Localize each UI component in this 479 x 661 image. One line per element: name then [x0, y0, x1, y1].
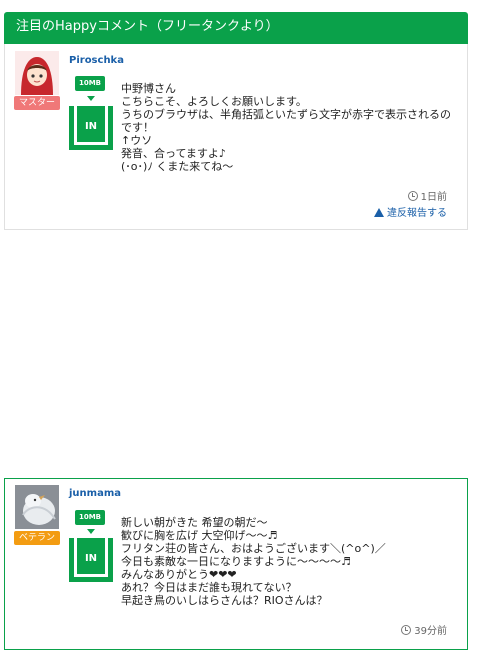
comment-line: あれ？今日はまだ誰も現れてない？	[121, 581, 297, 594]
clock-icon	[401, 625, 412, 635]
timestamp-text: 1日前	[420, 192, 447, 203]
comment-text: 中野博さん こちらこそ、よろしくお願いします。 うちのブラウザは、半角括弧といた…	[121, 82, 451, 173]
size-tag: 10MB	[75, 510, 105, 525]
report-link[interactable]: 違反報告する	[374, 204, 447, 219]
tag-arrow-icon	[87, 96, 95, 101]
comment-line: ↑ウソ	[121, 134, 153, 147]
clock-icon	[407, 191, 418, 201]
timestamp: 39分前	[401, 622, 447, 637]
comment-line: こちらこそ、よろしくお願いします。	[121, 95, 307, 108]
empty-space	[4, 231, 468, 477]
girl-red-hood-icon[interactable]	[15, 51, 59, 95]
in-label: IN	[77, 106, 105, 142]
comment-text: 新しい朝がきた 希望の朝だ〜 歓びに胸を広げ 大空仰げ〜〜♬ フリタン荘の皆さん…	[121, 516, 451, 607]
warning-icon	[374, 208, 384, 217]
comment-line: です！	[121, 121, 154, 134]
comment-line: みんなありがとう❤❤❤	[121, 568, 237, 581]
role-badge-master: マスター	[14, 96, 60, 110]
comment-card: マスター Piroschka 10MB IN 中野博さん こちらこそ、よろしくお…	[4, 44, 468, 230]
comment-line: (･o･)ﾉ くまた来てね〜	[121, 160, 234, 173]
role-badge-veteran: ベテラン	[14, 531, 60, 545]
white-bird-icon[interactable]	[15, 485, 59, 529]
comment-line: 歓びに胸を広げ 大空仰げ〜〜♬	[121, 529, 278, 542]
tag-arrow-icon	[87, 529, 95, 534]
comment-line: 中野博さん	[121, 82, 176, 95]
in-tank-icon: IN	[69, 538, 113, 582]
panel-title: 注目のHappyコメント（フリータンクより）	[4, 12, 468, 44]
comment-line: 早起き鳥のいしはらさんは？RIOさんは？	[121, 594, 328, 607]
comment-line: フリタン荘の皆さん、おはようございます＼(^o^)／	[121, 542, 386, 555]
timestamp-text: 39分前	[414, 626, 447, 637]
report-label: 違反報告する	[387, 208, 447, 219]
comment-line: 新しい朝がきた 希望の朝だ〜	[121, 516, 268, 529]
in-label: IN	[77, 538, 105, 574]
in-tank-icon: IN	[69, 106, 113, 150]
comment-card: ベテラン junmama 10MB IN 新しい朝がきた 希望の朝だ〜 歓びに胸…	[4, 478, 468, 650]
username-link[interactable]: Piroschka	[69, 55, 124, 66]
comment-line: うちのブラウザは、半角括弧といたずら文字が赤字で表示されるの	[121, 108, 451, 121]
comment-line: 発音、合ってますよ♪	[121, 147, 226, 160]
comment-line: 今日も素敵な一日になりますように〜〜〜〜♬	[121, 555, 351, 568]
username-link[interactable]: junmama	[69, 488, 121, 499]
timestamp: 1日前	[407, 188, 447, 203]
size-tag: 10MB	[75, 76, 105, 91]
